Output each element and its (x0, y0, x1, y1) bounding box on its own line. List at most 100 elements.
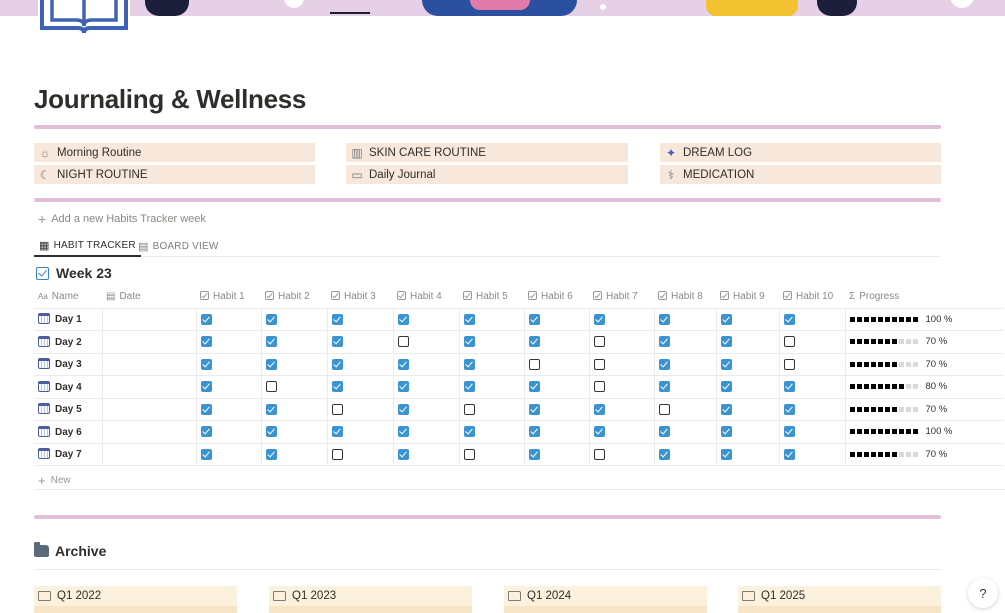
table-row[interactable]: Day 4 80 % (34, 375, 1004, 399)
habit-4-checkbox[interactable] (397, 313, 409, 325)
column-header-date[interactable]: ▤ Date (102, 286, 196, 309)
habit-10-checkbox[interactable] (783, 426, 795, 438)
link-night-routine[interactable]: ☾ NIGHT ROUTINE (34, 165, 315, 184)
habit-9-checkbox[interactable] (720, 448, 732, 460)
habit-2-checkbox[interactable] (265, 313, 277, 325)
habit-4-checkbox[interactable] (397, 448, 409, 460)
column-header-habit-8[interactable]: Habit 8 (654, 286, 716, 309)
habit-5-checkbox[interactable] (463, 426, 475, 438)
habit-10-checkbox[interactable] (783, 336, 795, 348)
habit-6-checkbox[interactable] (528, 403, 540, 415)
date-cell[interactable] (102, 398, 197, 421)
column-header-habit-6[interactable]: Habit 6 (524, 286, 589, 309)
habit-7-checkbox[interactable] (593, 381, 605, 393)
habit-2-checkbox[interactable] (265, 448, 277, 460)
table-row[interactable]: Day 2 70 % (34, 330, 1004, 354)
table-row[interactable]: Day 6 100 % (34, 420, 1004, 444)
table-row[interactable]: Day 3 70 % (34, 353, 1004, 376)
habit-2-checkbox[interactable] (265, 426, 277, 438)
link-morning-routine[interactable]: ☼ Morning Routine (34, 143, 315, 162)
habit-4-checkbox[interactable] (397, 381, 409, 393)
habit-9-checkbox[interactable] (720, 381, 732, 393)
column-header-habit-9[interactable]: Habit 9 (716, 286, 779, 309)
tab-board-view[interactable]: ▤ BOARD VIEW (138, 236, 219, 257)
habit-4-checkbox[interactable] (397, 358, 409, 370)
habit-3-checkbox[interactable] (331, 426, 343, 438)
habit-1-checkbox[interactable] (200, 358, 212, 370)
habit-2-checkbox[interactable] (265, 336, 277, 348)
habit-2-checkbox[interactable] (265, 403, 277, 415)
habit-1-checkbox[interactable] (200, 426, 212, 438)
help-button[interactable]: ? (968, 578, 998, 608)
column-header-habit-3[interactable]: Habit 3 (327, 286, 393, 309)
name-cell[interactable]: Day 6 (34, 420, 103, 444)
column-header-name[interactable]: Aa Name (34, 286, 102, 309)
date-cell[interactable] (102, 353, 197, 376)
habit-8-checkbox[interactable] (658, 403, 670, 415)
link-dream-log[interactable]: ✦ DREAM LOG (660, 143, 941, 162)
column-header-habit-7[interactable]: Habit 7 (589, 286, 654, 309)
habit-3-checkbox[interactable] (331, 381, 343, 393)
habit-6-checkbox[interactable] (528, 448, 540, 460)
date-cell[interactable] (102, 420, 197, 444)
name-cell[interactable]: Day 5 (34, 398, 103, 421)
habit-1-checkbox[interactable] (200, 381, 212, 393)
habit-7-checkbox[interactable] (593, 403, 605, 415)
habit-2-checkbox[interactable] (265, 381, 277, 393)
archive-card-q1-2024[interactable]: Q1 2024 (504, 586, 707, 613)
habit-7-checkbox[interactable] (593, 448, 605, 460)
habit-5-checkbox[interactable] (463, 448, 475, 460)
habit-8-checkbox[interactable] (658, 313, 670, 325)
habit-5-checkbox[interactable] (463, 336, 475, 348)
column-header-habit-4[interactable]: Habit 4 (393, 286, 459, 309)
date-cell[interactable] (102, 330, 197, 354)
habit-4-checkbox[interactable] (397, 426, 409, 438)
habit-5-checkbox[interactable] (463, 358, 475, 370)
column-header-habit-1[interactable]: Habit 1 (196, 286, 261, 309)
link-medication[interactable]: ⚕ MEDICATION (660, 165, 941, 184)
habit-9-checkbox[interactable] (720, 426, 732, 438)
habit-7-checkbox[interactable] (593, 426, 605, 438)
habit-10-checkbox[interactable] (783, 381, 795, 393)
table-row[interactable]: Day 1 100 % (34, 308, 1004, 331)
habit-4-checkbox[interactable] (397, 403, 409, 415)
habit-3-checkbox[interactable] (331, 358, 343, 370)
habit-10-checkbox[interactable] (783, 358, 795, 370)
date-cell[interactable] (102, 375, 197, 399)
habit-8-checkbox[interactable] (658, 336, 670, 348)
habit-8-checkbox[interactable] (658, 448, 670, 460)
habit-6-checkbox[interactable] (528, 426, 540, 438)
column-header-progress[interactable]: Σ Progress (845, 286, 1004, 309)
habit-9-checkbox[interactable] (720, 358, 732, 370)
habit-7-checkbox[interactable] (593, 313, 605, 325)
habit-1-checkbox[interactable] (200, 448, 212, 460)
habit-10-checkbox[interactable] (783, 448, 795, 460)
name-cell[interactable]: Day 7 (34, 443, 103, 466)
habit-8-checkbox[interactable] (658, 358, 670, 370)
habit-6-checkbox[interactable] (528, 381, 540, 393)
archive-card-q1-2023[interactable]: Q1 2023 (269, 586, 472, 613)
habit-9-checkbox[interactable] (720, 336, 732, 348)
habit-1-checkbox[interactable] (200, 313, 212, 325)
habit-3-checkbox[interactable] (331, 336, 343, 348)
archive-card-q1-2022[interactable]: Q1 2022 (34, 586, 237, 613)
habit-7-checkbox[interactable] (593, 336, 605, 348)
habit-1-checkbox[interactable] (200, 403, 212, 415)
column-header-habit-10[interactable]: Habit 10 (779, 286, 845, 309)
date-cell[interactable] (102, 443, 197, 466)
column-header-habit-2[interactable]: Habit 2 (261, 286, 327, 309)
habit-3-checkbox[interactable] (331, 313, 343, 325)
link-daily-journal[interactable]: ▭ Daily Journal (346, 165, 628, 184)
name-cell[interactable]: Day 3 (34, 353, 103, 376)
name-cell[interactable]: Day 1 (34, 308, 103, 331)
date-cell[interactable] (102, 308, 197, 331)
tab-habit-tracker[interactable]: ▦ HABIT TRACKER (34, 236, 141, 257)
habit-2-checkbox[interactable] (265, 358, 277, 370)
habit-3-checkbox[interactable] (331, 403, 343, 415)
habit-5-checkbox[interactable] (463, 403, 475, 415)
table-row[interactable]: Day 7 70 % (34, 443, 1004, 466)
habit-10-checkbox[interactable] (783, 403, 795, 415)
new-row-button[interactable]: + New (38, 473, 71, 488)
habit-6-checkbox[interactable] (528, 336, 540, 348)
habit-10-checkbox[interactable] (783, 313, 795, 325)
